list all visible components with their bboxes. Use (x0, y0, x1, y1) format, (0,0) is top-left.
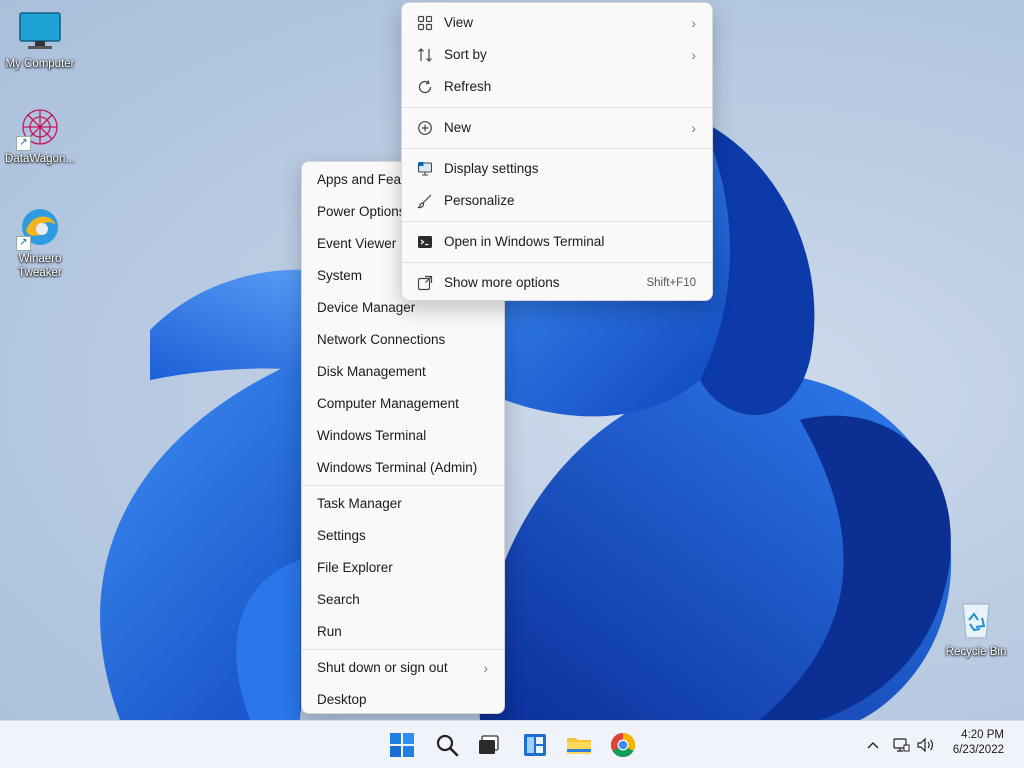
network-icon[interactable] (892, 735, 910, 755)
search-icon[interactable] (434, 732, 460, 758)
context-item-display-settings[interactable]: Display settings (402, 153, 712, 185)
monitor-icon (18, 10, 62, 54)
display-icon (416, 161, 434, 177)
system-clock[interactable]: 4:20 PM 6/23/2022 (953, 728, 1004, 758)
winaero-logo-icon: ↗ (16, 205, 62, 251)
menu-separator (402, 148, 712, 149)
menu-item-task-manager[interactable]: Task Manager (302, 488, 504, 520)
context-item-new[interactable]: New › (402, 112, 712, 144)
menu-separator (402, 262, 712, 263)
menu-item-windows-terminal-admin[interactable]: Windows Terminal (Admin) (302, 452, 504, 484)
chevron-up-icon[interactable] (866, 735, 880, 755)
chevron-right-icon: › (691, 120, 696, 136)
keyboard-shortcut: Shift+F10 (646, 277, 696, 289)
desktop-icon-label: Recycle Bin (945, 646, 1007, 658)
desktop-icon-recycle-bin[interactable]: Recycle Bin (936, 598, 1016, 659)
desktop-icon-my-computer[interactable]: My Computer (0, 10, 80, 71)
context-item-view[interactable]: View › (402, 7, 712, 39)
desktop-icon-label: My Computer (5, 58, 75, 70)
clock-date: 6/23/2022 (952, 744, 1004, 756)
brush-icon (416, 193, 434, 209)
menu-item-computer-management[interactable]: Computer Management (302, 388, 504, 420)
task-view-icon[interactable] (476, 732, 502, 758)
desktop-icon-label: Winaero Tweaker (18, 253, 62, 279)
plus-circle-icon (416, 120, 434, 136)
taskbar: 4:20 PM 6/23/2022 (0, 720, 1024, 768)
chevron-right-icon: › (483, 660, 488, 676)
menu-separator (302, 485, 504, 486)
terminal-icon (416, 234, 434, 250)
menu-item-shut-down-or-sign-out[interactable]: Shut down or sign out › (302, 652, 504, 684)
menu-item-settings[interactable]: Settings (302, 520, 504, 552)
grid-icon (416, 15, 434, 31)
desktop-context-menu: View › Sort by › Refresh New › Display s… (401, 2, 713, 301)
menu-item-network-connections[interactable]: Network Connections (302, 324, 504, 356)
chrome-icon[interactable] (610, 732, 636, 758)
file-explorer-icon[interactable] (566, 732, 592, 758)
menu-item-disk-management[interactable]: Disk Management (302, 356, 504, 388)
menu-separator (302, 649, 504, 650)
refresh-icon (416, 79, 434, 95)
shortcut-arrow-icon: ↗ (16, 236, 31, 251)
menu-item-windows-terminal[interactable]: Windows Terminal (302, 420, 504, 452)
context-item-show-more-options[interactable]: Show more options Shift+F10 (402, 267, 712, 299)
chevron-right-icon: › (691, 47, 696, 63)
datawagon-logo-icon: ↗ (16, 105, 62, 151)
chevron-right-icon: › (691, 15, 696, 31)
desktop-icon-datawagon[interactable]: ↗ DataWagon... (0, 105, 80, 166)
context-item-personalize[interactable]: Personalize (402, 185, 712, 217)
clock-time: 4:20 PM (961, 729, 1004, 741)
shortcut-arrow-icon: ↗ (16, 136, 31, 151)
menu-separator (402, 221, 712, 222)
more-options-icon (416, 275, 434, 291)
menu-item-run[interactable]: Run (302, 616, 504, 648)
context-item-sort-by[interactable]: Sort by › (402, 39, 712, 71)
menu-item-search[interactable]: Search (302, 584, 504, 616)
context-item-open-in-windows-terminal[interactable]: Open in Windows Terminal (402, 226, 712, 258)
desktop-icon-winaero-tweaker[interactable]: ↗ Winaero Tweaker (0, 205, 80, 280)
menu-item-desktop[interactable]: Desktop (302, 684, 504, 716)
start-icon[interactable] (389, 732, 415, 758)
volume-icon[interactable] (916, 735, 936, 755)
recycle-bin-icon (954, 598, 998, 642)
menu-separator (402, 107, 712, 108)
desktop-icon-label: DataWagon... (5, 153, 75, 165)
menu-item-file-explorer[interactable]: File Explorer (302, 552, 504, 584)
widgets-icon[interactable] (522, 732, 548, 758)
sort-icon (416, 47, 434, 63)
context-item-refresh[interactable]: Refresh (402, 71, 712, 103)
